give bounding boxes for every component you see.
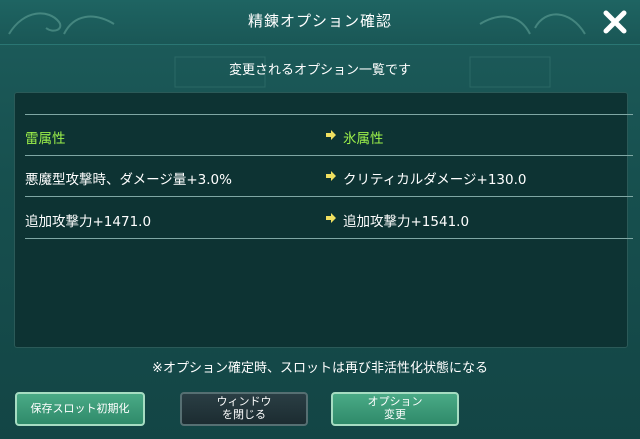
arrow-right-icon: [326, 171, 336, 181]
dialog-title: 精錬オプション確認: [247, 12, 392, 30]
option-row: 雷属性 氷属性: [25, 114, 633, 156]
refine-option-dialog: 精錬オプション確認 変更されるオプション一覧です 雷属性 氷属性 悪魔型攻撃時、…: [0, 0, 640, 439]
dialog-subtitle: 変更されるオプション一覧です: [228, 63, 411, 78]
option-row: 追加攻撃力+1471.0 追加攻撃力+1541.0: [25, 198, 633, 239]
close-window-button[interactable]: ウィンドウ を閉じる: [180, 392, 308, 426]
close-icon[interactable]: [600, 8, 630, 36]
option-after: 追加攻撃力+1541.0: [343, 214, 470, 230]
arrow-right-icon: [326, 213, 336, 223]
option-before: 悪魔型攻撃時、ダメージ量+3.0%: [25, 172, 232, 188]
change-option-button[interactable]: オプション 変更: [331, 392, 459, 426]
option-list-panel: 雷属性 氷属性 悪魔型攻撃時、ダメージ量+3.0% クリティカルダメージ+130…: [14, 92, 633, 348]
option-after: クリティカルダメージ+130.0: [343, 172, 527, 188]
title-bar: 精錬オプション確認: [0, 0, 640, 45]
arrow-right-icon: [326, 130, 336, 140]
close-window-label-2: を閉じる: [222, 408, 266, 421]
option-before: 追加攻撃力+1471.0: [25, 214, 152, 230]
change-option-label-2: 変更: [384, 408, 406, 421]
option-row: 悪魔型攻撃時、ダメージ量+3.0% クリティカルダメージ+130.0: [25, 156, 633, 197]
option-after: 氷属性: [343, 131, 384, 147]
reset-slot-label: 保存スロット初期化: [30, 401, 130, 415]
reset-slot-button[interactable]: 保存スロット初期化: [15, 392, 145, 426]
confirm-note: ※オプション確定時、スロットは再び非活性化状態になる: [152, 361, 488, 376]
option-before: 雷属性: [25, 131, 66, 147]
